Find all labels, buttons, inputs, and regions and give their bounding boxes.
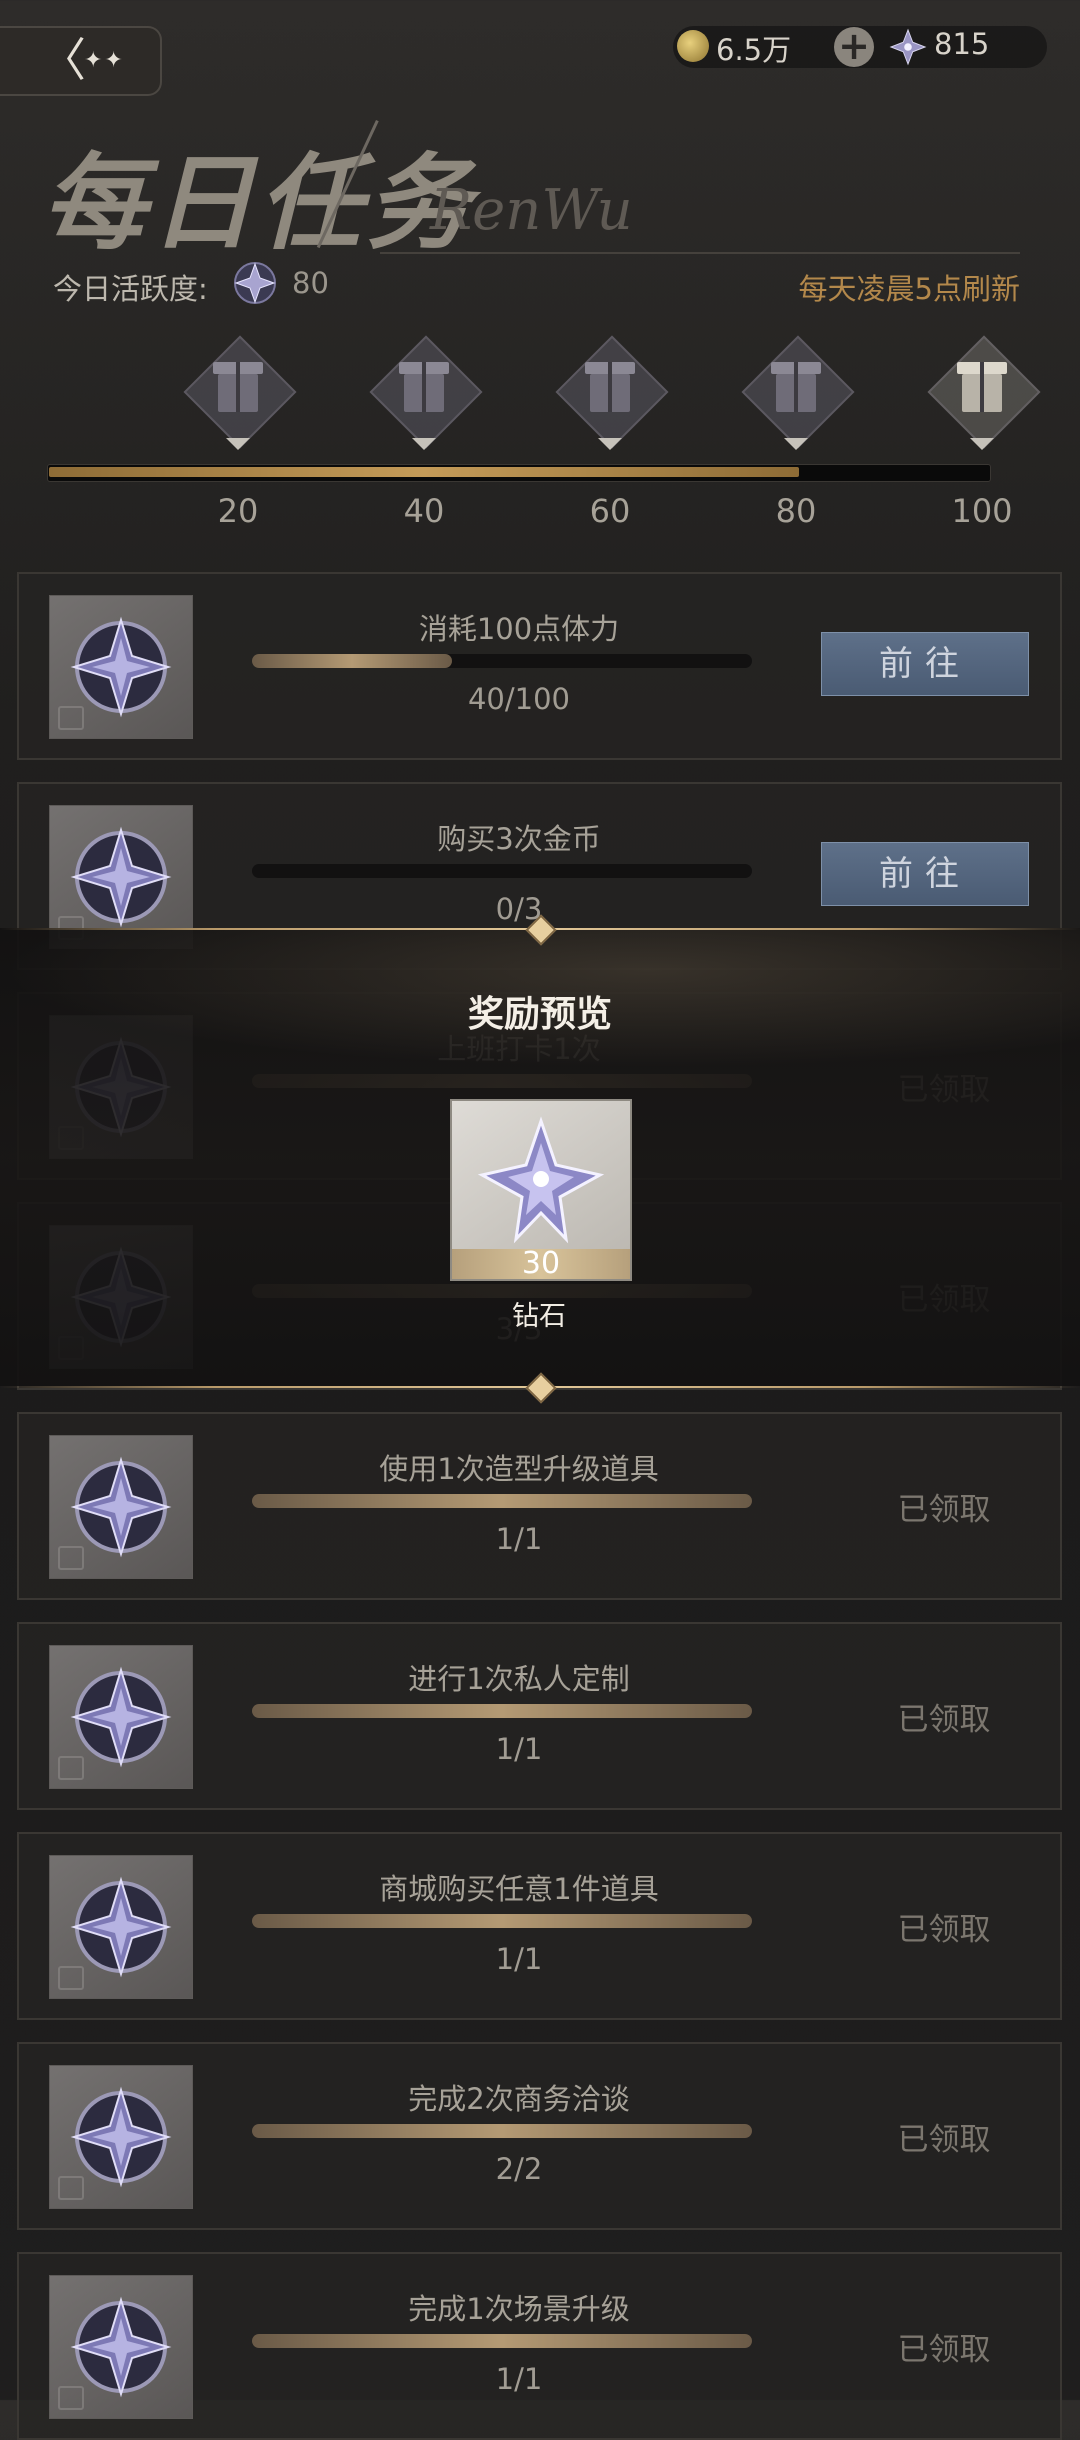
coin-balance: 6.5万 [716,33,792,67]
claimed-status: 已领取 [897,1702,991,1738]
gift-chest-20[interactable] [183,335,297,450]
task-progress-count: 0/3 [495,892,543,926]
page-title: 每日任务 [42,141,475,264]
task-card: 使用1次造型升级道具 1/1 已领取 [17,1412,1062,1600]
claimed-status: 已领取 [897,1912,991,1948]
go-button[interactable]: 前往 [821,632,1029,696]
item-frame-icon [58,2176,84,2200]
reward-item-name: 钻石 [512,1301,566,1332]
claimed-status: 已领取 [897,2332,991,2368]
task-name: 消耗100点体力 [418,612,620,646]
task-card: 完成1次场景升级 1/1 已领取 [17,2252,1062,2440]
milestone-label: 100 [951,492,1013,530]
back-arrow-icon: 〈 [40,33,86,87]
task-progress-bar [252,1704,752,1718]
task-name: 商城购买任意1件道具 [379,1872,659,1906]
claimed-status: 已领取 [897,2122,991,2158]
task-progress-count: 1/1 [495,1522,543,1556]
back-button[interactable]: 〈 ✦✦ [0,26,162,96]
sparkle-icon: ✦✦ [84,48,125,73]
task-card: 完成2次商务洽谈 2/2 已领取 [17,2042,1062,2230]
task-reward-icon[interactable] [49,1435,193,1579]
task-progress-count: 1/1 [495,1942,543,1976]
task-name: 完成1次场景升级 [408,2292,630,2326]
milestone-label: 40 [403,492,445,530]
activity-gem-icon [234,262,276,304]
item-frame-icon [58,1756,84,1780]
task-reward-icon[interactable] [49,595,193,739]
task-progress-bar [252,2124,752,2138]
gift-chest-80[interactable] [741,335,855,450]
page-title-english: RenWu [430,178,633,243]
task-reward-icon[interactable] [49,1645,193,1789]
activity-progress-fill [49,467,799,477]
item-frame-icon [58,2386,84,2410]
task-card: 进行1次私人定制 1/1 已领取 [17,1622,1062,1810]
activity-value: 80 [292,266,329,300]
coin-icon [677,30,709,62]
diamond-star-icon [477,1116,605,1244]
item-frame-icon [58,706,84,730]
task-progress-fill [252,2334,752,2348]
task-progress-fill [252,1494,752,1508]
milestone-label: 20 [217,492,259,530]
task-reward-icon[interactable] [49,2065,193,2209]
task-card: 商城购买任意1件道具 1/1 已领取 [17,1832,1062,2020]
title-underline [380,252,1020,254]
task-progress-bar [252,654,752,668]
gift-chest-60[interactable] [555,335,669,450]
item-frame-icon [58,1966,84,1990]
task-card: 消耗100点体力 40/100 前往 [17,572,1062,760]
task-reward-icon[interactable] [49,1855,193,1999]
diamond-star-icon [889,28,927,66]
task-reward-icon[interactable] [49,2275,193,2419]
task-progress-bar [252,864,752,878]
task-progress-count: 1/1 [495,2362,543,2396]
reward-preview-title: 奖励预览 [467,994,612,1035]
claimed-status: 已领取 [897,1492,991,1528]
task-name: 使用1次造型升级道具 [379,1452,659,1486]
task-name: 购买3次金币 [437,822,601,856]
reward-quantity: 30 [521,1246,561,1281]
gift-chest-100[interactable] [927,335,1041,450]
task-name: 进行1次私人定制 [408,1662,630,1696]
milestone-label: 60 [589,492,631,530]
task-progress-fill [252,654,452,668]
gift-chest-40[interactable] [369,335,483,450]
task-progress-bar [252,1494,752,1508]
task-progress-count: 2/2 [495,2152,543,2186]
add-currency-button[interactable]: + [834,27,874,67]
milestone-label: 80 [775,492,817,530]
refresh-note: 每天凌晨5点刷新 [798,272,1020,306]
task-progress-fill [252,2124,752,2138]
task-progress-fill [252,1914,752,1928]
task-progress-fill [252,1704,752,1718]
gem-balance: 815 [934,27,990,61]
task-progress-count: 1/1 [495,1732,543,1766]
go-button[interactable]: 前往 [821,842,1029,906]
task-progress-bar [252,1914,752,1928]
reward-item[interactable]: 30 [450,1099,632,1281]
task-name: 完成2次商务洽谈 [408,2082,630,2116]
item-frame-icon [58,1546,84,1570]
task-progress-count: 40/100 [467,682,571,716]
task-progress-bar [252,2334,752,2348]
activity-label: 今日活跃度: [53,272,208,306]
